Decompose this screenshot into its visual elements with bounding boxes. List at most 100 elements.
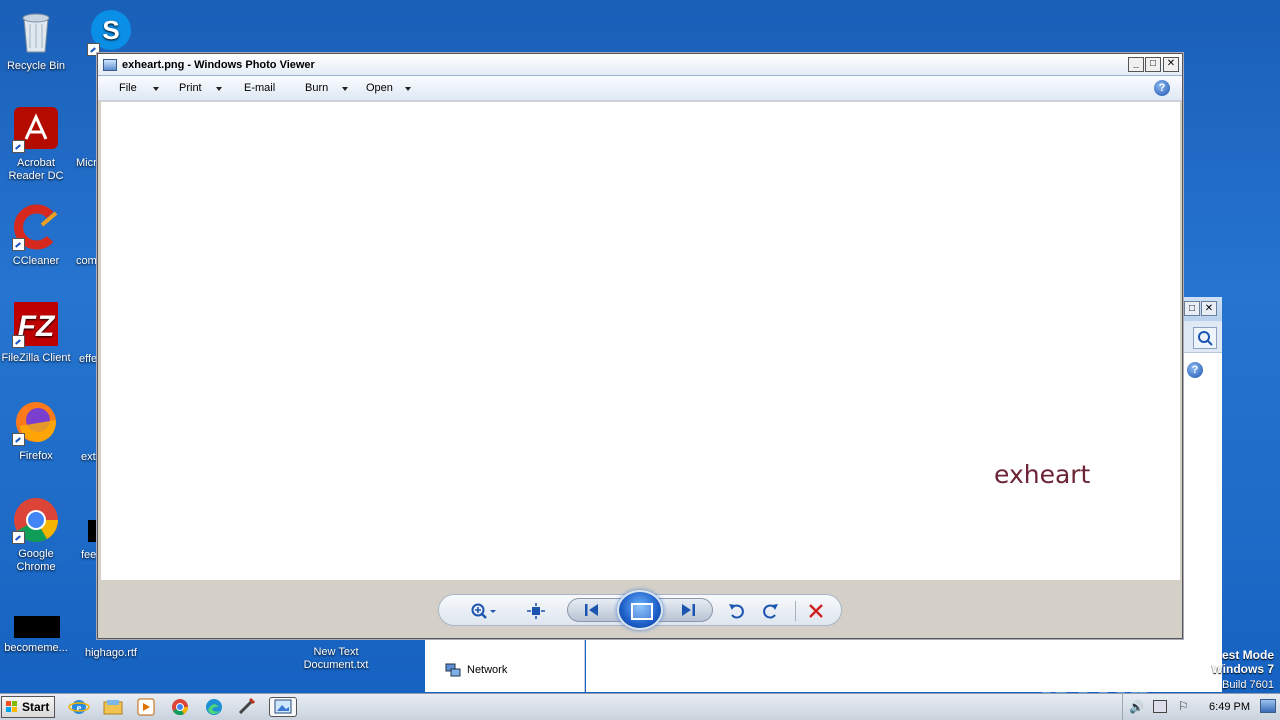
photo-viewer-taskbar-button[interactable] xyxy=(269,697,297,717)
fit-to-window-button[interactable] xyxy=(525,602,547,620)
desktop-icon-ccleaner[interactable]: CCleaner xyxy=(0,203,72,268)
test-mode-text: est Mode xyxy=(1221,648,1274,662)
chevron-down-icon[interactable] xyxy=(153,87,159,91)
black-file-icon xyxy=(12,610,60,638)
photo-viewer-window[interactable]: exheart.png - Windows Photo Viewer _ □ ✕… xyxy=(97,53,1183,639)
rotate-left-icon xyxy=(729,604,744,619)
clock[interactable]: 6:49 PM xyxy=(1209,701,1250,713)
internet-explorer-icon[interactable]: e xyxy=(68,697,90,717)
minimize-button[interactable]: _ xyxy=(1128,57,1144,72)
menu-open[interactable]: Open xyxy=(366,82,393,94)
windows-logo-icon xyxy=(6,701,18,713)
image-content-text: exheart xyxy=(994,460,1091,489)
controls-pill xyxy=(438,590,842,630)
photo-viewer-menubar: File Print E-mail Burn Open ? xyxy=(98,76,1182,101)
taskbar: Start e 🔊 ⚐ 6:49 PM xyxy=(0,693,1280,720)
media-player-icon[interactable] xyxy=(135,697,157,717)
network-icon xyxy=(445,663,461,677)
slideshow-button[interactable] xyxy=(617,590,663,630)
rotate-counterclockwise-button[interactable] xyxy=(726,602,748,620)
chrome-icon xyxy=(12,496,60,544)
speaker-icon[interactable]: 🔊 xyxy=(1129,700,1144,714)
shortcut-arrow-icon xyxy=(12,335,25,348)
desktop-icon-filezilla[interactable]: FZ FileZilla Client xyxy=(0,300,72,365)
chrome-icon[interactable] xyxy=(169,697,191,717)
delete-button[interactable] xyxy=(805,602,827,620)
explorer-nav-pane: Network xyxy=(425,640,585,692)
desktop-partial-label: ext xyxy=(81,451,96,463)
photo-viewer-titlebar[interactable]: exheart.png - Windows Photo Viewer _ □ ✕ xyxy=(98,54,1182,76)
desktop-partial-label: highago.rtf xyxy=(85,647,137,659)
zoom-icon xyxy=(471,603,496,619)
show-desktop-icon[interactable] xyxy=(1260,699,1276,713)
next-button[interactable] xyxy=(677,601,699,619)
desktop-icon-new-text-document[interactable]: New Text Document.txt xyxy=(290,646,382,672)
search-button[interactable] xyxy=(1193,327,1217,349)
previous-icon xyxy=(585,604,598,616)
desktop-icon-label: CCleaner xyxy=(12,255,60,267)
zoom-button[interactable] xyxy=(469,602,499,620)
desktop-icon-firefox[interactable]: Firefox xyxy=(0,398,72,463)
shortcut-arrow-icon xyxy=(12,531,25,544)
actual-size-icon xyxy=(527,603,545,619)
photo-viewer-app-icon xyxy=(103,58,117,71)
desktop-partial-label: com xyxy=(76,255,97,267)
nav-item-label: Network xyxy=(467,664,508,676)
desktop-icon-label: Google Chrome xyxy=(16,548,56,573)
tool-icon[interactable] xyxy=(236,697,258,717)
background-window-toolbar xyxy=(1183,321,1222,353)
desktop-icon-recycle-bin[interactable]: Recycle Bin xyxy=(0,8,72,73)
desktop-icon-label: New Text Document.txt xyxy=(303,646,369,671)
close-button[interactable]: ✕ xyxy=(1163,57,1179,72)
desktop-icon-label: Firefox xyxy=(19,450,53,462)
desktop-icon-chrome[interactable]: Google Chrome xyxy=(0,496,72,574)
maximize-button[interactable]: □ xyxy=(1145,57,1161,72)
shortcut-arrow-icon xyxy=(12,433,25,446)
maximize-button[interactable]: □ xyxy=(1184,301,1200,316)
svg-text:e: e xyxy=(77,702,82,714)
chevron-down-icon[interactable] xyxy=(216,87,222,91)
help-icon[interactable]: ? xyxy=(1154,80,1170,96)
recycle-bin-icon xyxy=(12,8,60,56)
window-title: exheart.png - Windows Photo Viewer xyxy=(122,58,315,71)
previous-button[interactable] xyxy=(581,601,603,619)
photo-viewer-controls xyxy=(98,580,1182,638)
delete-icon xyxy=(809,604,823,618)
desktop-partial-label: Micr xyxy=(76,157,97,169)
photo-viewer-icon xyxy=(274,699,292,714)
rotate-clockwise-button[interactable] xyxy=(759,602,781,620)
svg-text:S: S xyxy=(102,15,119,45)
system-tray: 🔊 ⚐ 6:49 PM xyxy=(1122,694,1280,720)
menu-file[interactable]: File xyxy=(119,82,137,94)
firefox-icon xyxy=(12,398,60,446)
search-icon xyxy=(1198,331,1213,346)
filezilla-icon: FZ xyxy=(12,300,60,348)
action-center-flag-icon[interactable]: ⚐ xyxy=(1178,699,1189,713)
close-button[interactable]: ✕ xyxy=(1201,301,1217,316)
shortcut-arrow-icon xyxy=(12,140,25,153)
image-canvas: exheart xyxy=(101,102,1180,580)
help-icon[interactable]: ? xyxy=(1187,362,1203,378)
start-button[interactable]: Start xyxy=(1,696,55,718)
desktop-partial-label: fee xyxy=(81,549,97,561)
menu-email[interactable]: E-mail xyxy=(244,82,275,94)
acrobat-icon xyxy=(12,105,60,153)
menu-print[interactable]: Print xyxy=(179,82,202,94)
background-window-titlebar[interactable]: □ ✕ xyxy=(1183,297,1222,321)
chevron-down-icon[interactable] xyxy=(342,87,348,91)
next-icon xyxy=(682,604,695,616)
edge-icon[interactable] xyxy=(203,697,225,717)
desktop-icon-acrobat[interactable]: Acrobat Reader DC xyxy=(0,105,72,183)
file-explorer-icon[interactable] xyxy=(102,697,124,717)
network-tray-icon[interactable] xyxy=(1153,700,1167,713)
test-mode-os: Windows 7 xyxy=(1211,662,1274,676)
shortcut-arrow-icon xyxy=(12,238,25,251)
nav-item-network[interactable]: Network xyxy=(445,662,507,678)
desktop-partial-label: effe xyxy=(79,353,98,365)
menu-burn[interactable]: Burn xyxy=(305,82,328,94)
desktop-icon-label: FileZilla Client xyxy=(1,352,71,364)
desktop-icon-label: Recycle Bin xyxy=(6,60,66,72)
chevron-down-icon[interactable] xyxy=(405,87,411,91)
desktop-icon-becomeme[interactable]: becomeme... xyxy=(0,610,72,655)
separator xyxy=(795,601,796,621)
